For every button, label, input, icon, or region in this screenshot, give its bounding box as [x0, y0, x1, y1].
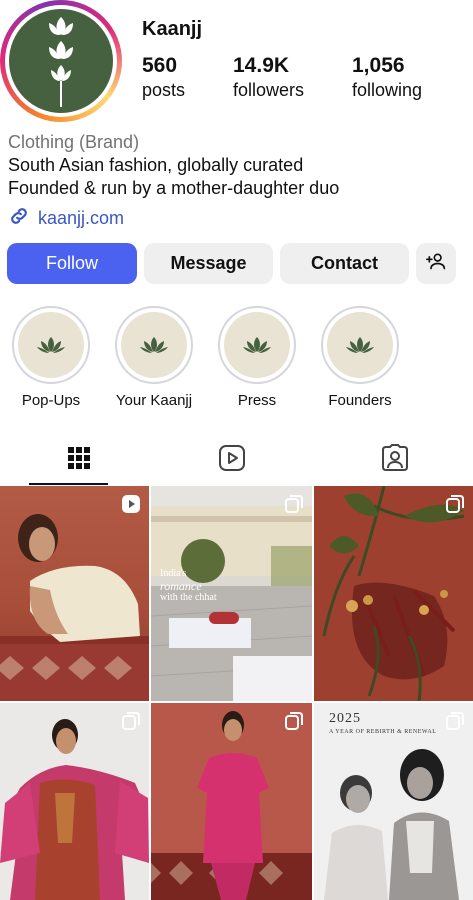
link-icon [8, 205, 30, 232]
caption-line: romance [160, 579, 202, 593]
message-button[interactable]: Message [144, 243, 273, 284]
following-count[interactable]: 1,056 following [352, 54, 422, 101]
bio-line-1: South Asian fashion, globally curated [8, 155, 304, 175]
profile-tabs [0, 436, 473, 486]
profile-avatar[interactable] [0, 0, 122, 122]
highlight-label: Founders [328, 392, 392, 409]
lotus-icon [224, 312, 290, 378]
highlight-your-kaanjj[interactable]: Your Kaanjj [114, 306, 194, 409]
post-subtitle: A YEAR OF REBIRTH & RENEWAL [329, 729, 437, 735]
lotus-icon [327, 312, 393, 378]
reels-play-icon [218, 444, 246, 477]
posts-count-value: 560 [142, 54, 178, 77]
follow-button[interactable]: Follow [7, 243, 137, 284]
lotus-logo-icon [9, 9, 113, 113]
carousel-badge-icon [445, 494, 465, 519]
followers-count[interactable]: 14.9K followers [233, 54, 304, 101]
profile-category: Clothing (Brand) [8, 132, 140, 152]
contact-button[interactable]: Contact [280, 243, 409, 284]
reel-badge-icon [121, 494, 141, 519]
posts-count[interactable]: 560 posts [142, 54, 185, 101]
highlight-popups[interactable]: Pop-Ups [11, 306, 91, 409]
add-person-icon [426, 251, 446, 276]
highlight-founders[interactable]: Founders [320, 306, 400, 409]
highlight-press[interactable]: Press [217, 306, 297, 409]
highlight-label: Press [237, 392, 277, 409]
post-caption-overlay: India's romance with the chhat [160, 568, 217, 604]
carousel-badge-icon [121, 711, 141, 736]
post-thumbnail[interactable] [151, 703, 312, 900]
post-year: 2025 [329, 711, 361, 726]
active-tab-indicator [29, 483, 108, 485]
tagged-person-icon [381, 443, 409, 477]
profile-link-text: kaanjj.com [38, 208, 125, 228]
profile-link[interactable]: kaanjj.com [8, 205, 124, 232]
lotus-icon [18, 312, 84, 378]
following-count-value: 1,056 [352, 54, 405, 77]
bio-line-2: Founded & run by a mother-daughter duo [8, 178, 340, 198]
profile-username: Kaanjj [142, 18, 203, 40]
following-count-label: following [352, 80, 423, 100]
post-thumbnail[interactable] [0, 486, 149, 701]
suggested-people-button[interactable] [416, 243, 456, 284]
post-thumbnail[interactable]: India's romance with the chhat [151, 486, 312, 701]
post-title-overlay: 2025 A YEAR OF REBIRTH & RENEWAL [329, 711, 436, 735]
followers-count-value: 14.9K [233, 54, 290, 77]
post-thumbnail[interactable] [314, 486, 473, 701]
carousel-badge-icon [445, 711, 465, 736]
posts-grid: India's romance with the chhat 2025 A YE… [0, 486, 473, 900]
carousel-badge-icon [284, 494, 304, 519]
grid-icon [67, 446, 91, 475]
caption-line: with the chhat [160, 592, 217, 603]
lotus-icon [121, 312, 187, 378]
post-thumbnail[interactable] [0, 703, 149, 900]
followers-count-label: followers [233, 80, 305, 100]
tab-tagged[interactable] [316, 436, 473, 484]
carousel-badge-icon [284, 711, 304, 736]
tab-grid[interactable] [0, 436, 157, 484]
post-thumbnail[interactable]: 2025 A YEAR OF REBIRTH & RENEWAL [314, 703, 473, 900]
highlight-label: Your Kaanjj [115, 392, 193, 409]
tab-reels[interactable] [153, 436, 310, 484]
posts-count-label: posts [142, 80, 186, 100]
